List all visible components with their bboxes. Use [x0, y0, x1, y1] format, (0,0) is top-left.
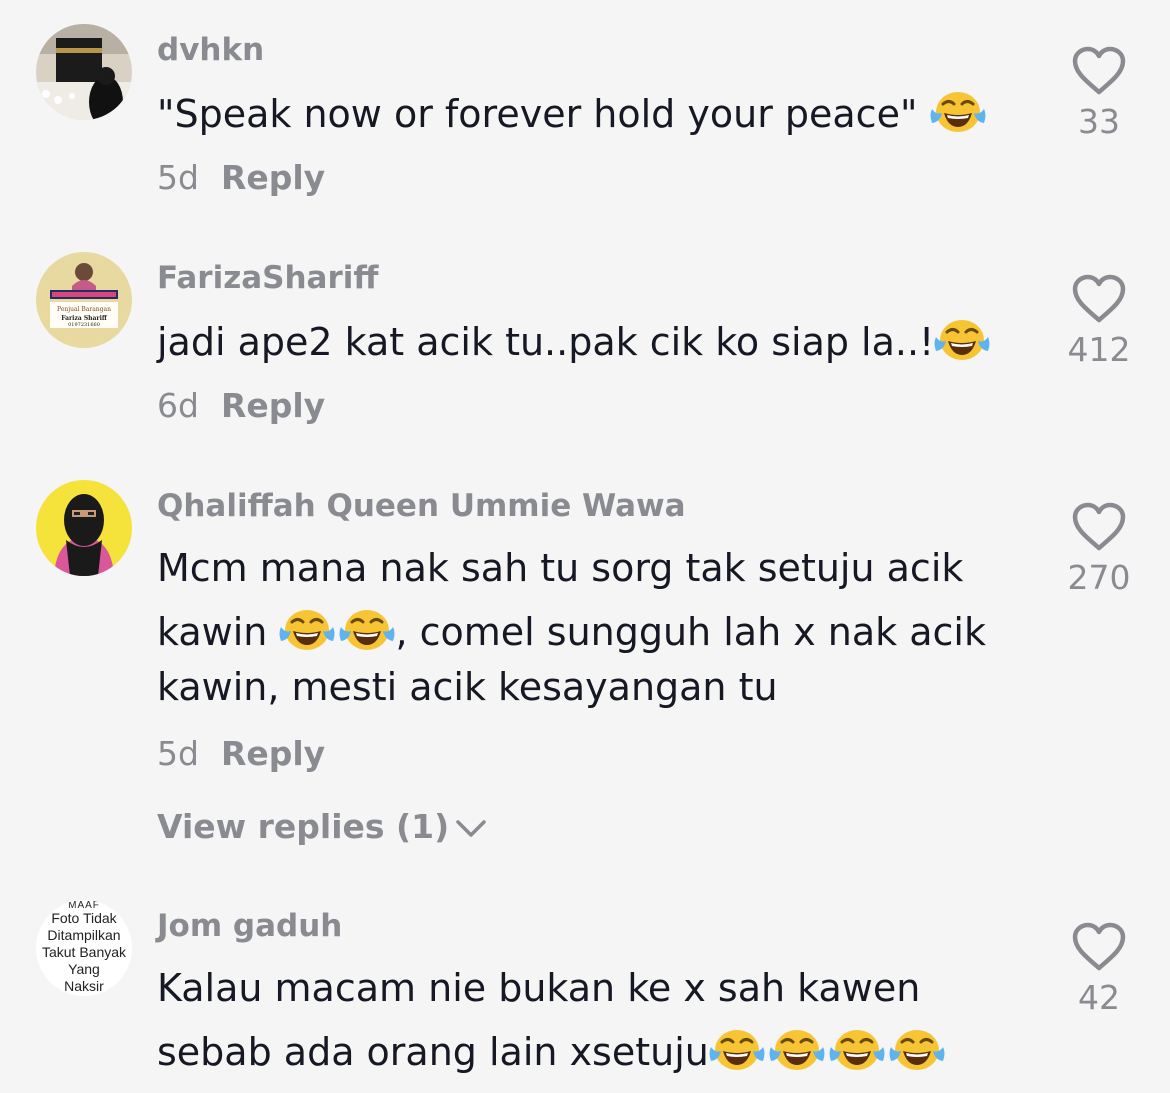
- comment-username[interactable]: Jom gaduh: [157, 906, 342, 946]
- comment-time: 5d: [157, 734, 199, 773]
- avatar-caption: 0197231660: [68, 322, 100, 328]
- like-button[interactable]: 42: [1055, 922, 1143, 1018]
- avatar-caption: Naksir: [64, 977, 104, 994]
- view-replies-label: View replies (1): [157, 807, 450, 846]
- comment-text-line: kawin, mesti acik kesayangan tu: [157, 657, 1037, 718]
- avatar-caption: Takut Banyak: [41, 943, 127, 960]
- comment-time: 6d: [157, 386, 199, 425]
- like-count: 42: [1078, 978, 1120, 1017]
- reply-button[interactable]: Reply: [221, 386, 325, 425]
- comment-meta: 6d Reply: [157, 386, 325, 426]
- like-count: 270: [1067, 558, 1131, 597]
- comment-username[interactable]: dvhkn: [157, 30, 264, 70]
- avatar-caption: Penjual Barangan: [57, 306, 111, 313]
- like-count: 33: [1078, 102, 1120, 141]
- avatar-image: Penjual Barangan Fariza Shariff 01972316…: [36, 252, 132, 348]
- comment-text-part: kawin, mesti acik kesayangan tu: [157, 665, 778, 709]
- joy-emoji-icon: [934, 317, 990, 363]
- comment-text-part: , comel sungguh lah x nak acik: [395, 610, 986, 654]
- comment-time: 5d: [157, 158, 199, 197]
- comment-text-line: kawin , comel sungguh lah x nak acik: [157, 602, 1037, 663]
- joy-emoji-icon: [709, 1027, 765, 1073]
- comment-text: Mcm mana nak sah tu sorg tak setuju acik…: [157, 538, 1037, 718]
- joy-emoji-icon: [930, 89, 986, 135]
- comment-text-part: Mcm mana nak sah tu sorg tak setuju acik: [157, 546, 964, 590]
- avatar-caption: Foto Tidak: [51, 909, 117, 926]
- avatar-caption: MAAF: [68, 900, 100, 911]
- avatar-caption: Yang: [68, 960, 100, 977]
- comment-text-line: sebab ada orang lain xsetuju: [157, 1022, 1037, 1083]
- comment-text-part: sebab ada orang lain xsetuju: [157, 1030, 709, 1074]
- like-button[interactable]: 270: [1055, 502, 1143, 598]
- like-button[interactable]: 33: [1055, 46, 1143, 142]
- heart-outline-icon[interactable]: [1071, 274, 1127, 324]
- comment-text-part: "Speak now or forever hold your peace": [157, 92, 930, 136]
- avatar[interactable]: MAAF Foto Tidak Ditampilkan Takut Banyak…: [36, 900, 132, 996]
- avatar[interactable]: Penjual Barangan Fariza Shariff 01972316…: [36, 252, 132, 348]
- comment-text-part: Kalau macam nie bukan ke x sah kawen: [157, 966, 921, 1010]
- comment-text: jadi ape2 kat acik tu..pak cik ko siap l…: [157, 312, 1037, 373]
- avatar[interactable]: [36, 24, 132, 120]
- avatar-image: [36, 480, 132, 576]
- joy-emoji-icon: [769, 1027, 825, 1073]
- joy-emoji-icon: [889, 1027, 945, 1073]
- heart-outline-icon[interactable]: [1071, 46, 1127, 96]
- reply-button[interactable]: Reply: [221, 158, 325, 197]
- heart-outline-icon[interactable]: [1071, 502, 1127, 552]
- comment-text: "Speak now or forever hold your peace": [157, 84, 1037, 145]
- comment-text: Kalau macam nie bukan ke x sah kawen seb…: [157, 958, 1037, 1083]
- avatar-caption: Ditampilkan: [47, 926, 121, 943]
- avatar-image: [36, 24, 132, 120]
- avatar[interactable]: [36, 480, 132, 576]
- joy-emoji-icon: [829, 1027, 885, 1073]
- comment-text-line: Mcm mana nak sah tu sorg tak setuju acik: [157, 538, 1037, 599]
- comment-username[interactable]: FarizaShariff: [157, 258, 379, 298]
- chevron-down-icon: [456, 820, 486, 837]
- like-button[interactable]: 412: [1055, 274, 1143, 370]
- comment-meta: 5d Reply: [157, 158, 325, 198]
- avatar-caption: Fariza Shariff: [61, 315, 108, 322]
- avatar-caption-block: MAAF Foto Tidak Ditampilkan Takut Banyak…: [36, 900, 132, 995]
- heart-outline-icon[interactable]: [1071, 922, 1127, 972]
- comment-meta: 5d Reply: [157, 734, 325, 774]
- view-replies-button[interactable]: View replies (1): [157, 807, 487, 847]
- comment-text-part: jadi ape2 kat acik tu..pak cik ko siap l…: [157, 320, 935, 364]
- reply-button[interactable]: Reply: [221, 734, 325, 773]
- comment-username[interactable]: Qhaliffah Queen Ummie Wawa: [157, 486, 686, 526]
- comment-text-line: Kalau macam nie bukan ke x sah kawen: [157, 958, 1037, 1019]
- comment-text-part: kawin: [157, 610, 280, 654]
- joy-emoji-icon: [339, 607, 395, 653]
- joy-emoji-icon: [279, 607, 335, 653]
- like-count: 412: [1067, 330, 1131, 369]
